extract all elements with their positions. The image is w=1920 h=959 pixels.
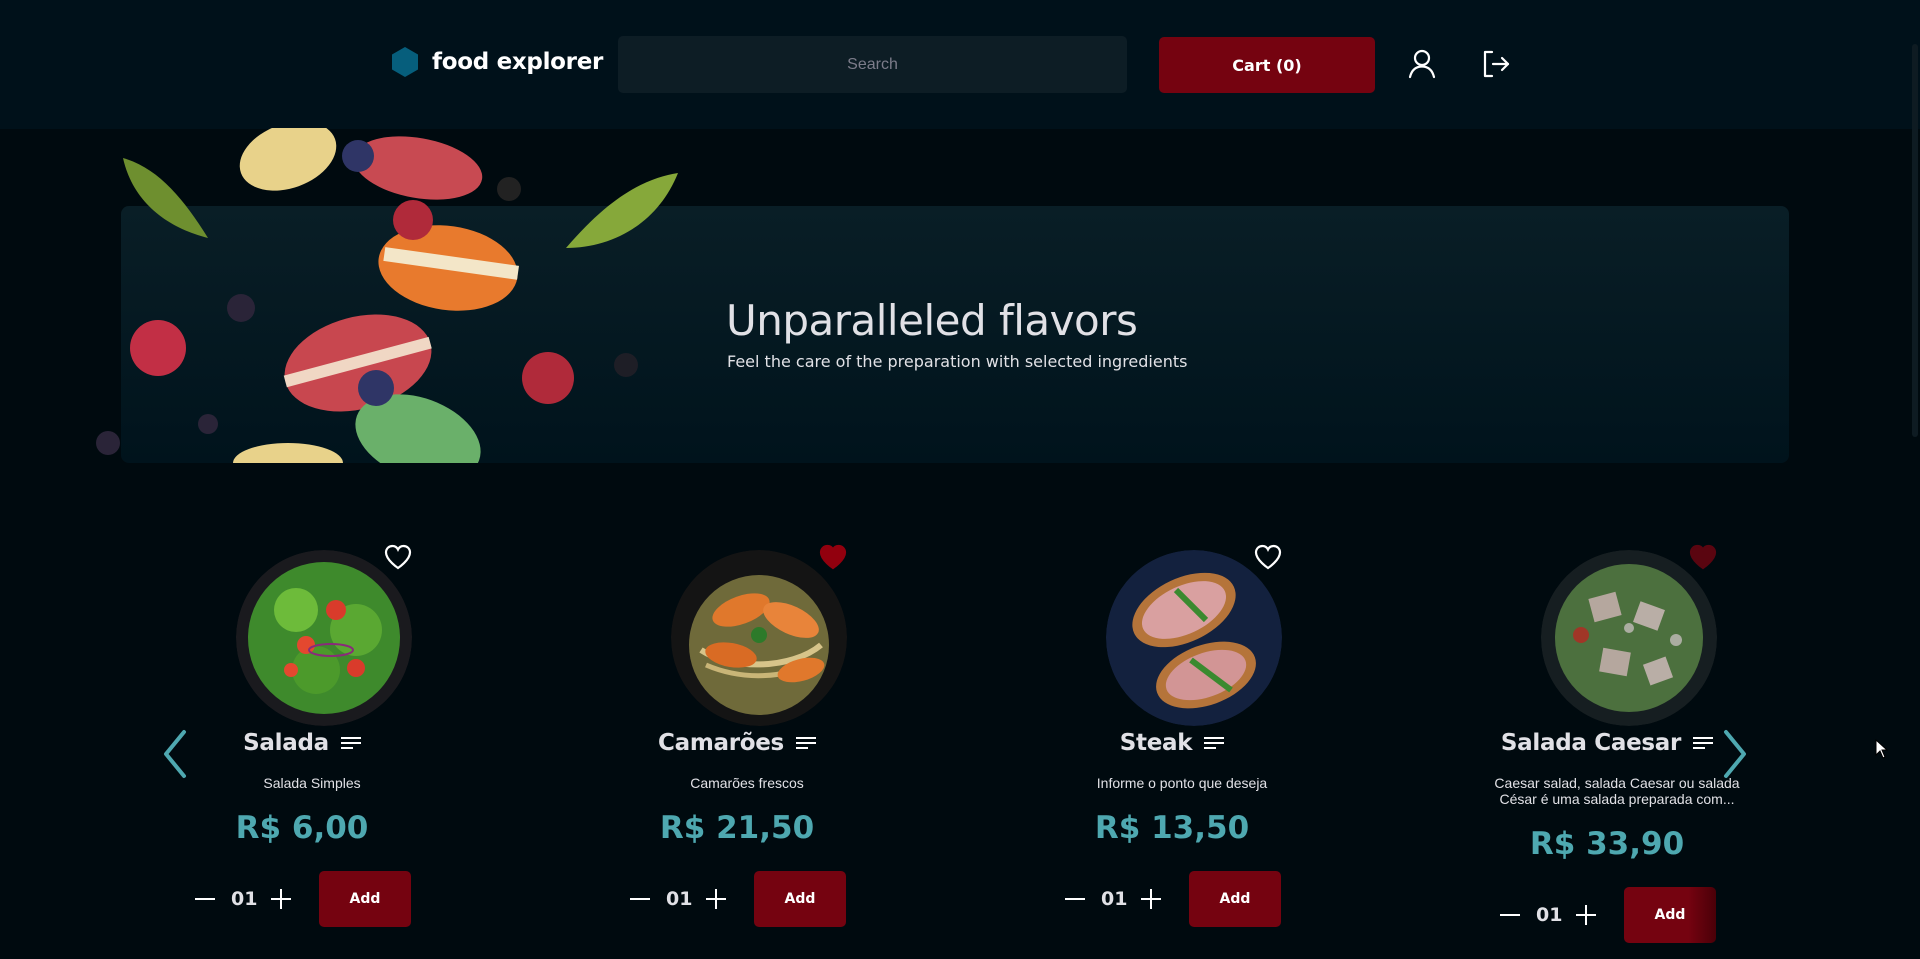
user-icon[interactable] [1406, 48, 1438, 80]
page-scrollbar[interactable] [1908, 0, 1920, 959]
dish-name[interactable]: Camarões [658, 730, 784, 756]
dish-card: Steak Informe o ponto que deseja R$ 13,5… [1022, 540, 1322, 959]
mouse-cursor-icon [1875, 739, 1889, 759]
dish-name-row: Steak [1022, 730, 1322, 756]
dish-description: Caesar salad, salada Caesar ou salada Cé… [1494, 775, 1740, 807]
details-lines-icon[interactable] [340, 736, 361, 750]
details-lines-icon[interactable] [1204, 736, 1225, 750]
dish-price: R$ 6,00 [235, 810, 369, 846]
heart-filled-icon[interactable] [1689, 544, 1717, 570]
dish-image[interactable] [1106, 550, 1282, 726]
dish-name[interactable]: Steak [1120, 730, 1193, 756]
quantity-value: 01 [231, 888, 258, 910]
brand-name: food explorer [432, 49, 604, 75]
carousel-next-arrow-icon[interactable] [1714, 726, 1754, 782]
add-to-cart-button[interactable]: Add [754, 871, 846, 927]
dish-image[interactable] [236, 550, 412, 726]
plus-icon[interactable] [1139, 887, 1163, 911]
quantity-stepper: 01 Add [567, 871, 907, 927]
dish-description: Informe o ponto que deseja [1096, 775, 1268, 791]
dish-card: Salada Salada Simples R$ 6,00 01 Add [152, 540, 452, 959]
dish-name-row: Camarões [587, 730, 887, 756]
plus-icon[interactable] [269, 887, 293, 911]
dish-description: Camarões frescos [690, 775, 804, 791]
dish-image[interactable] [1541, 550, 1717, 726]
cart-button[interactable]: Cart (0) [1159, 37, 1375, 93]
minus-icon[interactable] [628, 887, 652, 911]
brand-logo[interactable]: food explorer [390, 46, 603, 78]
quantity-stepper: 01 Add [1002, 871, 1342, 927]
scrollbar-thumb[interactable] [1912, 44, 1918, 437]
macarons-illustration [88, 128, 688, 463]
minus-icon[interactable] [193, 887, 217, 911]
quantity-stepper: 01 Add [132, 871, 472, 927]
add-to-cart-button[interactable]: Add [1189, 871, 1281, 927]
plus-icon[interactable] [704, 887, 728, 911]
dish-card: Salada Caesar Caesar salad, salada Caesa… [1457, 540, 1757, 959]
plus-icon[interactable] [1574, 903, 1598, 927]
heart-outline-icon[interactable] [384, 544, 412, 570]
details-lines-icon[interactable] [795, 736, 816, 750]
heart-outline-icon[interactable] [1254, 544, 1282, 570]
dish-name-row: Salada Caesar [1457, 730, 1757, 756]
add-to-cart-button[interactable]: Add [319, 871, 411, 927]
sign-out-icon[interactable] [1480, 48, 1512, 80]
hexagon-logo-icon [392, 47, 418, 77]
banner-subtitle: Feel the care of the preparation with se… [727, 352, 1188, 371]
add-to-cart-button[interactable]: Add [1624, 887, 1716, 943]
dish-image[interactable] [671, 550, 847, 726]
heart-filled-icon[interactable] [819, 544, 847, 570]
app-header: food explorer Cart (0) [0, 0, 1920, 129]
dish-price: R$ 33,90 [1529, 826, 1685, 862]
dish-name[interactable]: Salada Caesar [1501, 730, 1681, 756]
minus-icon[interactable] [1063, 887, 1087, 911]
quantity-value: 01 [1536, 904, 1563, 926]
dish-price: R$ 21,50 [659, 810, 815, 846]
dish-description: Salada Simples [263, 775, 361, 791]
dish-card: Camarões Camarões frescos R$ 21,50 01 Ad… [587, 540, 887, 959]
quantity-value: 01 [666, 888, 693, 910]
dish-name-row: Salada [152, 730, 452, 756]
details-lines-icon[interactable] [1693, 736, 1714, 750]
banner-title: Unparalleled flavors [726, 296, 1138, 345]
dish-price: R$ 13,50 [1094, 810, 1250, 846]
search-input[interactable] [618, 36, 1127, 93]
minus-icon[interactable] [1498, 903, 1522, 927]
quantity-value: 01 [1101, 888, 1128, 910]
quantity-stepper: 01 Add [1437, 887, 1777, 943]
dish-name[interactable]: Salada [243, 730, 329, 756]
